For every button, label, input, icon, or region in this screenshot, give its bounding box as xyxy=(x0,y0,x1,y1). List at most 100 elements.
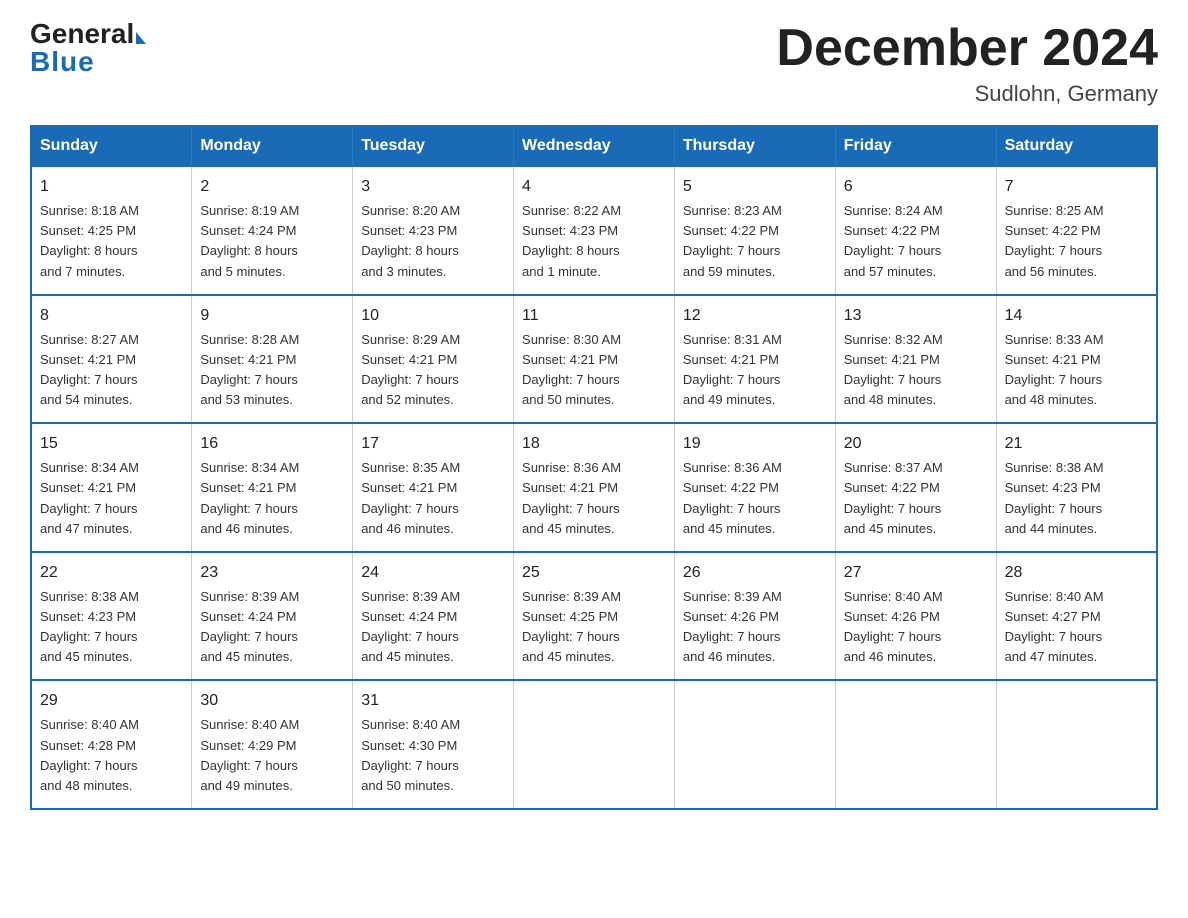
day-info: Sunrise: 8:40 AM Sunset: 4:27 PM Dayligh… xyxy=(1005,587,1148,668)
day-info: Sunrise: 8:20 AM Sunset: 4:23 PM Dayligh… xyxy=(361,201,505,282)
day-number: 3 xyxy=(361,175,505,199)
day-number: 11 xyxy=(522,304,666,328)
day-number: 25 xyxy=(522,561,666,585)
day-number: 22 xyxy=(40,561,183,585)
calendar-cell: 3Sunrise: 8:20 AM Sunset: 4:23 PM Daylig… xyxy=(353,166,514,295)
calendar-cell: 13Sunrise: 8:32 AM Sunset: 4:21 PM Dayli… xyxy=(835,295,996,424)
col-header-thursday: Thursday xyxy=(674,126,835,166)
calendar-cell: 27Sunrise: 8:40 AM Sunset: 4:26 PM Dayli… xyxy=(835,552,996,681)
day-info: Sunrise: 8:19 AM Sunset: 4:24 PM Dayligh… xyxy=(200,201,344,282)
calendar-header-row: Sunday Monday Tuesday Wednesday Thursday… xyxy=(31,126,1157,166)
calendar-cell: 10Sunrise: 8:29 AM Sunset: 4:21 PM Dayli… xyxy=(353,295,514,424)
day-info: Sunrise: 8:39 AM Sunset: 4:25 PM Dayligh… xyxy=(522,587,666,668)
calendar-cell xyxy=(835,680,996,809)
day-info: Sunrise: 8:28 AM Sunset: 4:21 PM Dayligh… xyxy=(200,330,344,411)
day-info: Sunrise: 8:34 AM Sunset: 4:21 PM Dayligh… xyxy=(40,458,183,539)
day-number: 14 xyxy=(1005,304,1148,328)
day-number: 16 xyxy=(200,432,344,456)
calendar-cell: 9Sunrise: 8:28 AM Sunset: 4:21 PM Daylig… xyxy=(192,295,353,424)
day-info: Sunrise: 8:40 AM Sunset: 4:28 PM Dayligh… xyxy=(40,715,183,796)
day-number: 26 xyxy=(683,561,827,585)
day-info: Sunrise: 8:34 AM Sunset: 4:21 PM Dayligh… xyxy=(200,458,344,539)
day-number: 17 xyxy=(361,432,505,456)
col-header-friday: Friday xyxy=(835,126,996,166)
col-header-tuesday: Tuesday xyxy=(353,126,514,166)
day-number: 21 xyxy=(1005,432,1148,456)
calendar-cell: 11Sunrise: 8:30 AM Sunset: 4:21 PM Dayli… xyxy=(514,295,675,424)
calendar-cell: 21Sunrise: 8:38 AM Sunset: 4:23 PM Dayli… xyxy=(996,423,1157,552)
day-info: Sunrise: 8:40 AM Sunset: 4:30 PM Dayligh… xyxy=(361,715,505,796)
calendar-cell xyxy=(996,680,1157,809)
day-info: Sunrise: 8:39 AM Sunset: 4:24 PM Dayligh… xyxy=(361,587,505,668)
day-info: Sunrise: 8:32 AM Sunset: 4:21 PM Dayligh… xyxy=(844,330,988,411)
logo-blue-text: Blue xyxy=(30,46,95,78)
logo: General Blue xyxy=(30,20,146,78)
day-number: 28 xyxy=(1005,561,1148,585)
day-info: Sunrise: 8:36 AM Sunset: 4:22 PM Dayligh… xyxy=(683,458,827,539)
calendar-cell: 17Sunrise: 8:35 AM Sunset: 4:21 PM Dayli… xyxy=(353,423,514,552)
day-info: Sunrise: 8:38 AM Sunset: 4:23 PM Dayligh… xyxy=(1005,458,1148,539)
calendar-cell: 22Sunrise: 8:38 AM Sunset: 4:23 PM Dayli… xyxy=(31,552,192,681)
calendar-cell: 16Sunrise: 8:34 AM Sunset: 4:21 PM Dayli… xyxy=(192,423,353,552)
day-number: 19 xyxy=(683,432,827,456)
day-number: 27 xyxy=(844,561,988,585)
day-info: Sunrise: 8:23 AM Sunset: 4:22 PM Dayligh… xyxy=(683,201,827,282)
day-info: Sunrise: 8:38 AM Sunset: 4:23 PM Dayligh… xyxy=(40,587,183,668)
calendar-title-area: December 2024 Sudlohn, Germany xyxy=(776,20,1158,107)
calendar-cell: 4Sunrise: 8:22 AM Sunset: 4:23 PM Daylig… xyxy=(514,166,675,295)
day-number: 9 xyxy=(200,304,344,328)
calendar-cell: 31Sunrise: 8:40 AM Sunset: 4:30 PM Dayli… xyxy=(353,680,514,809)
calendar-cell xyxy=(674,680,835,809)
calendar-cell: 14Sunrise: 8:33 AM Sunset: 4:21 PM Dayli… xyxy=(996,295,1157,424)
calendar-cell: 5Sunrise: 8:23 AM Sunset: 4:22 PM Daylig… xyxy=(674,166,835,295)
calendar-cell: 24Sunrise: 8:39 AM Sunset: 4:24 PM Dayli… xyxy=(353,552,514,681)
day-info: Sunrise: 8:39 AM Sunset: 4:26 PM Dayligh… xyxy=(683,587,827,668)
day-number: 2 xyxy=(200,175,344,199)
day-info: Sunrise: 8:35 AM Sunset: 4:21 PM Dayligh… xyxy=(361,458,505,539)
calendar-location: Sudlohn, Germany xyxy=(776,81,1158,107)
day-number: 1 xyxy=(40,175,183,199)
day-number: 24 xyxy=(361,561,505,585)
calendar-month-year: December 2024 xyxy=(776,20,1158,77)
day-number: 30 xyxy=(200,689,344,713)
calendar-cell: 30Sunrise: 8:40 AM Sunset: 4:29 PM Dayli… xyxy=(192,680,353,809)
calendar-cell xyxy=(514,680,675,809)
calendar-cell: 7Sunrise: 8:25 AM Sunset: 4:22 PM Daylig… xyxy=(996,166,1157,295)
calendar-cell: 18Sunrise: 8:36 AM Sunset: 4:21 PM Dayli… xyxy=(514,423,675,552)
calendar-cell: 19Sunrise: 8:36 AM Sunset: 4:22 PM Dayli… xyxy=(674,423,835,552)
col-header-wednesday: Wednesday xyxy=(514,126,675,166)
calendar-cell: 8Sunrise: 8:27 AM Sunset: 4:21 PM Daylig… xyxy=(31,295,192,424)
day-number: 20 xyxy=(844,432,988,456)
calendar-body: 1Sunrise: 8:18 AM Sunset: 4:25 PM Daylig… xyxy=(31,166,1157,809)
day-info: Sunrise: 8:24 AM Sunset: 4:22 PM Dayligh… xyxy=(844,201,988,282)
day-info: Sunrise: 8:27 AM Sunset: 4:21 PM Dayligh… xyxy=(40,330,183,411)
calendar-cell: 2Sunrise: 8:19 AM Sunset: 4:24 PM Daylig… xyxy=(192,166,353,295)
day-info: Sunrise: 8:40 AM Sunset: 4:29 PM Dayligh… xyxy=(200,715,344,796)
col-header-sunday: Sunday xyxy=(31,126,192,166)
calendar-cell: 29Sunrise: 8:40 AM Sunset: 4:28 PM Dayli… xyxy=(31,680,192,809)
day-number: 13 xyxy=(844,304,988,328)
calendar-cell: 28Sunrise: 8:40 AM Sunset: 4:27 PM Dayli… xyxy=(996,552,1157,681)
page-header: General Blue December 2024 Sudlohn, Germ… xyxy=(30,20,1158,107)
calendar-cell: 26Sunrise: 8:39 AM Sunset: 4:26 PM Dayli… xyxy=(674,552,835,681)
day-info: Sunrise: 8:39 AM Sunset: 4:24 PM Dayligh… xyxy=(200,587,344,668)
calendar-cell: 12Sunrise: 8:31 AM Sunset: 4:21 PM Dayli… xyxy=(674,295,835,424)
day-info: Sunrise: 8:31 AM Sunset: 4:21 PM Dayligh… xyxy=(683,330,827,411)
day-number: 8 xyxy=(40,304,183,328)
calendar-cell: 25Sunrise: 8:39 AM Sunset: 4:25 PM Dayli… xyxy=(514,552,675,681)
day-number: 15 xyxy=(40,432,183,456)
day-number: 6 xyxy=(844,175,988,199)
day-info: Sunrise: 8:33 AM Sunset: 4:21 PM Dayligh… xyxy=(1005,330,1148,411)
day-info: Sunrise: 8:40 AM Sunset: 4:26 PM Dayligh… xyxy=(844,587,988,668)
day-number: 31 xyxy=(361,689,505,713)
day-number: 10 xyxy=(361,304,505,328)
calendar-cell: 1Sunrise: 8:18 AM Sunset: 4:25 PM Daylig… xyxy=(31,166,192,295)
day-number: 18 xyxy=(522,432,666,456)
day-info: Sunrise: 8:18 AM Sunset: 4:25 PM Dayligh… xyxy=(40,201,183,282)
logo-general-text: General xyxy=(30,20,134,48)
day-number: 7 xyxy=(1005,175,1148,199)
day-info: Sunrise: 8:37 AM Sunset: 4:22 PM Dayligh… xyxy=(844,458,988,539)
logo-triangle-icon xyxy=(136,32,146,44)
day-number: 29 xyxy=(40,689,183,713)
day-info: Sunrise: 8:36 AM Sunset: 4:21 PM Dayligh… xyxy=(522,458,666,539)
